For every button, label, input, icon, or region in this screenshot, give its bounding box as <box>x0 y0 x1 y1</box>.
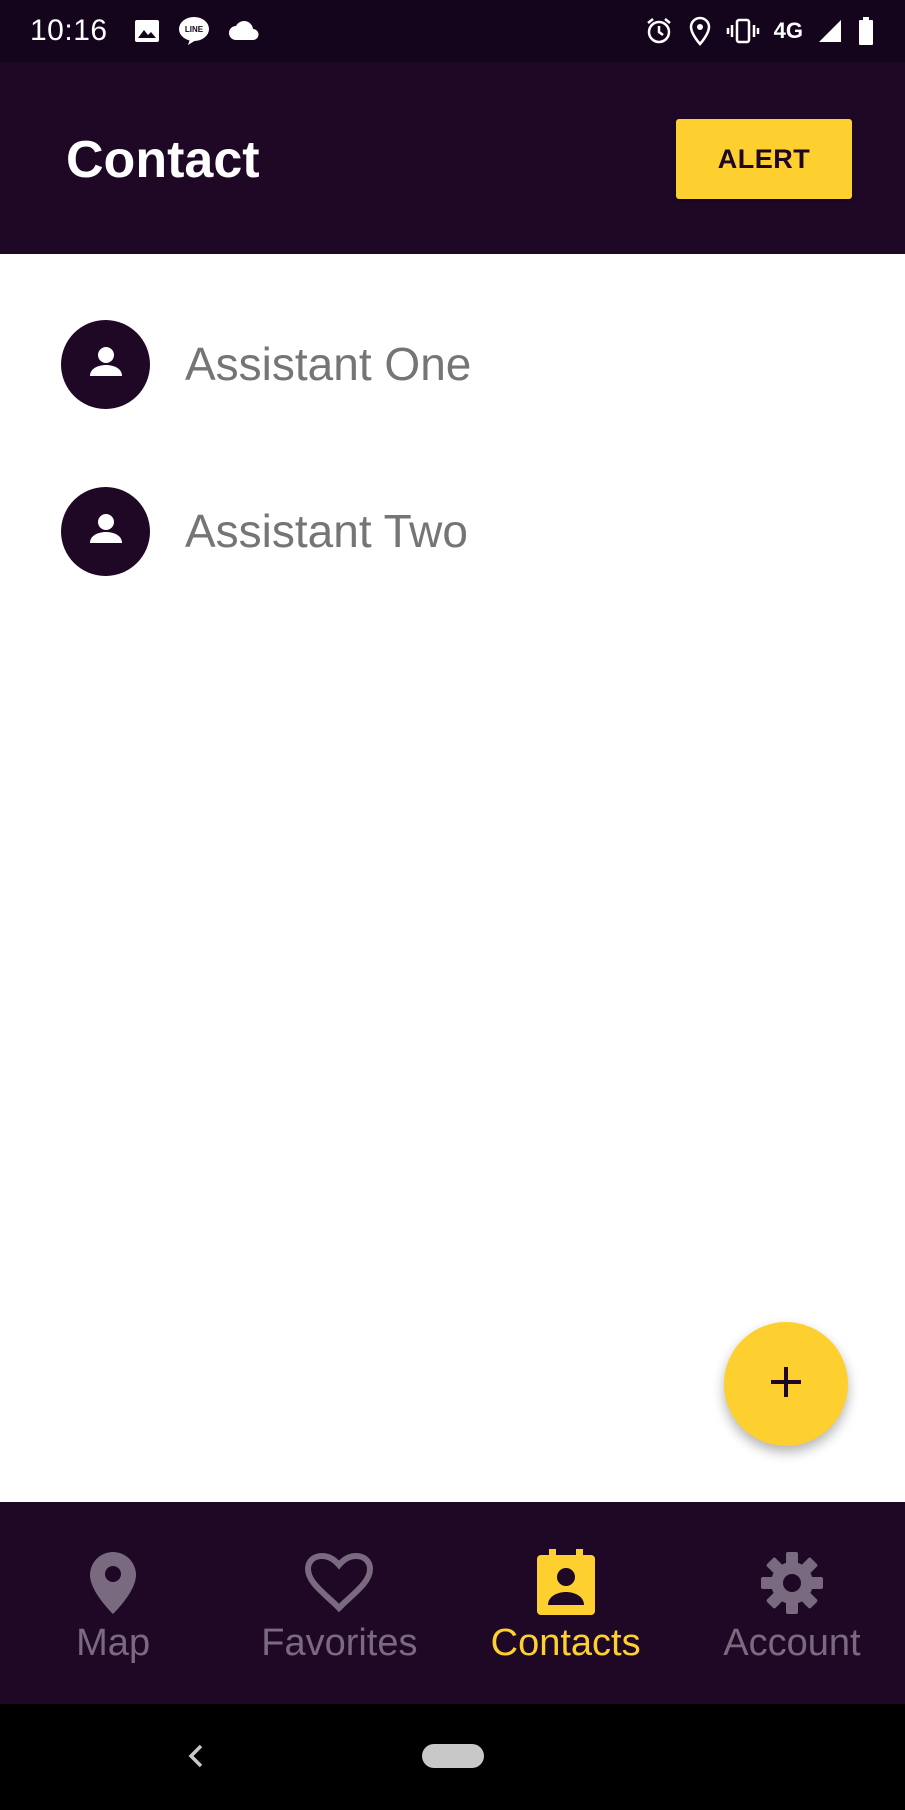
list-item[interactable]: Assistant Two <box>0 461 905 601</box>
signal-icon <box>817 18 843 44</box>
nav-label: Map <box>76 1622 151 1664</box>
nav-item-map[interactable]: Map <box>0 1502 226 1704</box>
system-navigation-bar <box>0 1704 905 1810</box>
status-time: 10:16 <box>30 14 108 47</box>
bottom-navigation: Map Favorites Contacts Account <box>0 1502 905 1704</box>
vibrate-icon <box>726 17 760 45</box>
nav-item-favorites[interactable]: Favorites <box>226 1502 452 1704</box>
avatar <box>61 486 150 576</box>
nav-label: Favorites <box>261 1622 418 1664</box>
status-bar: 10:16 LINE 4G <box>0 0 905 62</box>
svg-text:LINE: LINE <box>184 25 203 34</box>
contact-name: Assistant One <box>185 338 472 390</box>
map-pin-icon <box>88 1548 138 1618</box>
nav-item-account[interactable]: Account <box>679 1502 905 1704</box>
nav-label: Contacts <box>490 1622 641 1664</box>
image-icon <box>134 19 160 43</box>
page-title: Contact <box>66 131 260 189</box>
avatar <box>61 319 150 409</box>
alert-button[interactable]: ALERT <box>676 119 852 199</box>
add-contact-button[interactable] <box>724 1322 848 1446</box>
alarm-icon <box>644 16 674 46</box>
line-icon: LINE <box>178 16 210 46</box>
list-item[interactable]: Assistant One <box>0 294 905 434</box>
nav-item-contacts[interactable]: Contacts <box>453 1502 679 1704</box>
contacts-icon <box>535 1548 597 1618</box>
person-icon <box>86 509 126 554</box>
app-bar: Contact ALERT <box>0 62 905 254</box>
location-icon <box>688 16 712 46</box>
battery-icon <box>857 16 875 46</box>
home-pill-button[interactable] <box>422 1744 484 1768</box>
screen: 10:16 LINE 4G Contact ALERT Assistant On… <box>0 0 905 1810</box>
back-icon[interactable] <box>183 1740 211 1777</box>
system-status-icons: 4G <box>644 16 875 46</box>
cloud-icon <box>228 20 260 42</box>
nav-label: Account <box>723 1622 861 1664</box>
gear-icon <box>759 1548 825 1618</box>
plus-icon <box>768 1364 804 1405</box>
network-type: 4G <box>773 18 803 43</box>
heart-icon <box>304 1548 374 1618</box>
notification-icons: LINE <box>134 16 260 46</box>
person-icon <box>86 342 126 387</box>
contact-name: Assistant Two <box>185 505 468 557</box>
